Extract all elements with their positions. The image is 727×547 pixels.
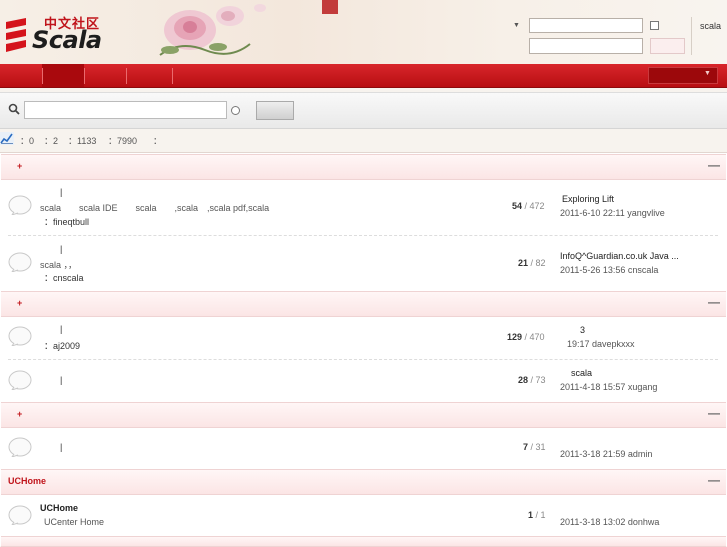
- last-post-meta[interactable]: 2011-3-18 21:59 admin: [560, 449, 652, 459]
- forum-counts: 7 / 31: [523, 442, 546, 452]
- peony-decoration: [159, 4, 266, 56]
- last-post-title-link[interactable]: Exploring Lift: [562, 194, 614, 204]
- header-link-scala[interactable]: scala: [700, 21, 721, 31]
- thread-count: 129: [507, 332, 523, 342]
- post-count: / 31: [530, 442, 546, 452]
- row-divider: [8, 359, 718, 360]
- last-post-meta[interactable]: 2011-5-26 13:56 cnscala: [560, 265, 658, 275]
- category-star-icon: +: [17, 298, 23, 308]
- login-type-chevron-down-icon[interactable]: ▼: [513, 22, 520, 29]
- forum-counts: 1 / 1: [528, 510, 546, 520]
- forum-counts: 54 / 472: [512, 201, 545, 211]
- forum-description: scala ，，: [40, 260, 78, 270]
- category-star-icon: +: [17, 409, 23, 419]
- category-header: [1, 402, 726, 428]
- last-post-meta[interactable]: 2011-6-10 22:11 yangvlive: [560, 208, 665, 218]
- category-title-link[interactable]: UCHome: [8, 476, 46, 486]
- forum-bubble-icon: [8, 195, 32, 215]
- forum-bubble-icon: [8, 505, 32, 525]
- forum-title-link[interactable]: UCHome: [40, 503, 78, 513]
- post-count: / 82: [530, 258, 546, 268]
- nav-item-active[interactable]: [42, 64, 84, 87]
- forum-title-separator: |: [60, 324, 63, 334]
- header-divider: [691, 17, 692, 55]
- logo-scala-text[interactable]: Scala: [32, 26, 102, 54]
- last-post-meta[interactable]: 2011-3-18 13:02 donhwa: [560, 517, 659, 527]
- last-post-meta[interactable]: 2011-4-18 15:57 xugang: [560, 382, 657, 392]
- thread-count: 21: [518, 258, 529, 268]
- post-count: / 472: [524, 201, 545, 211]
- search-icon: [8, 103, 20, 115]
- username-input[interactable]: [529, 18, 643, 33]
- post-count: / 1: [535, 510, 546, 520]
- forum-moderator-link[interactable]: ：cnscala: [44, 271, 84, 284]
- nav-divider: [84, 68, 85, 84]
- forum-bubble-icon: [8, 437, 32, 457]
- forum-description: scala scala IDE scala ,scala ,scala pdf,…: [40, 203, 270, 213]
- collapse-icon[interactable]: —: [708, 158, 720, 172]
- category-header: [1, 536, 726, 547]
- category-header: [1, 469, 726, 495]
- search-input[interactable]: [24, 101, 227, 119]
- post-count: / 470: [524, 332, 545, 342]
- post-count: / 73: [530, 375, 546, 385]
- row-divider: [8, 235, 718, 236]
- forum-bubble-icon: [8, 252, 32, 272]
- stat-today: ：0: [20, 136, 35, 146]
- last-post-meta[interactable]: 19:17 davepkxxx: [567, 339, 635, 349]
- nav-bar: [0, 64, 727, 88]
- stat-posts: ：7990: [108, 136, 138, 146]
- scala-logo-icon[interactable]: [4, 18, 28, 52]
- thread-count: 54: [512, 201, 523, 211]
- forum-description: UCenter Home: [44, 517, 105, 527]
- forum-title-separator: |: [60, 244, 63, 254]
- thread-count: 28: [518, 375, 529, 385]
- forum-bubble-icon: [8, 326, 32, 346]
- nav-divider: [126, 68, 127, 84]
- collapse-icon[interactable]: —: [708, 406, 720, 420]
- thread-count: 1: [528, 510, 534, 520]
- forum-title-separator: |: [60, 187, 63, 197]
- login-button[interactable]: [650, 38, 685, 54]
- search-button[interactable]: [256, 101, 294, 120]
- stat-yesterday: ：2: [44, 136, 59, 146]
- forum-counts: 129 / 470: [507, 332, 545, 342]
- forum-title-separator: |: [60, 375, 63, 385]
- password-input[interactable]: [529, 38, 643, 54]
- nav-divider: [172, 68, 173, 84]
- forum-title-separator: |: [60, 442, 63, 452]
- collapse-icon[interactable]: —: [708, 473, 720, 487]
- forum-counts: 21 / 82: [518, 258, 546, 268]
- nav-divider: [42, 68, 43, 84]
- collapse-icon[interactable]: —: [708, 295, 720, 309]
- forum-moderator-link[interactable]: ：fineqtbull: [44, 215, 89, 228]
- category-header: [1, 154, 726, 180]
- nav-dropdown-chevron-down-icon[interactable]: ▼: [704, 70, 711, 77]
- category-star-icon: +: [17, 161, 23, 171]
- last-post-title-link[interactable]: 3: [580, 325, 585, 335]
- stat-threads: ：1133: [68, 136, 97, 146]
- stat-members: ：: [153, 136, 163, 146]
- remember-me-checkbox[interactable]: [650, 21, 659, 30]
- forum-counts: 28 / 73: [518, 375, 546, 385]
- search-scope-radio[interactable]: [231, 106, 240, 115]
- category-header: [1, 291, 726, 317]
- forum-bubble-icon: [8, 370, 32, 390]
- forum-moderator-link[interactable]: ：aj2009: [44, 339, 80, 352]
- last-post-title-link[interactable]: scala: [571, 368, 592, 378]
- thread-count: 7: [523, 442, 529, 452]
- chart-stats-icon: [0, 132, 14, 145]
- last-post-title-link[interactable]: InfoQ^Guardian.co.uk Java ...: [560, 251, 679, 261]
- red-seal-stamp: [322, 0, 338, 14]
